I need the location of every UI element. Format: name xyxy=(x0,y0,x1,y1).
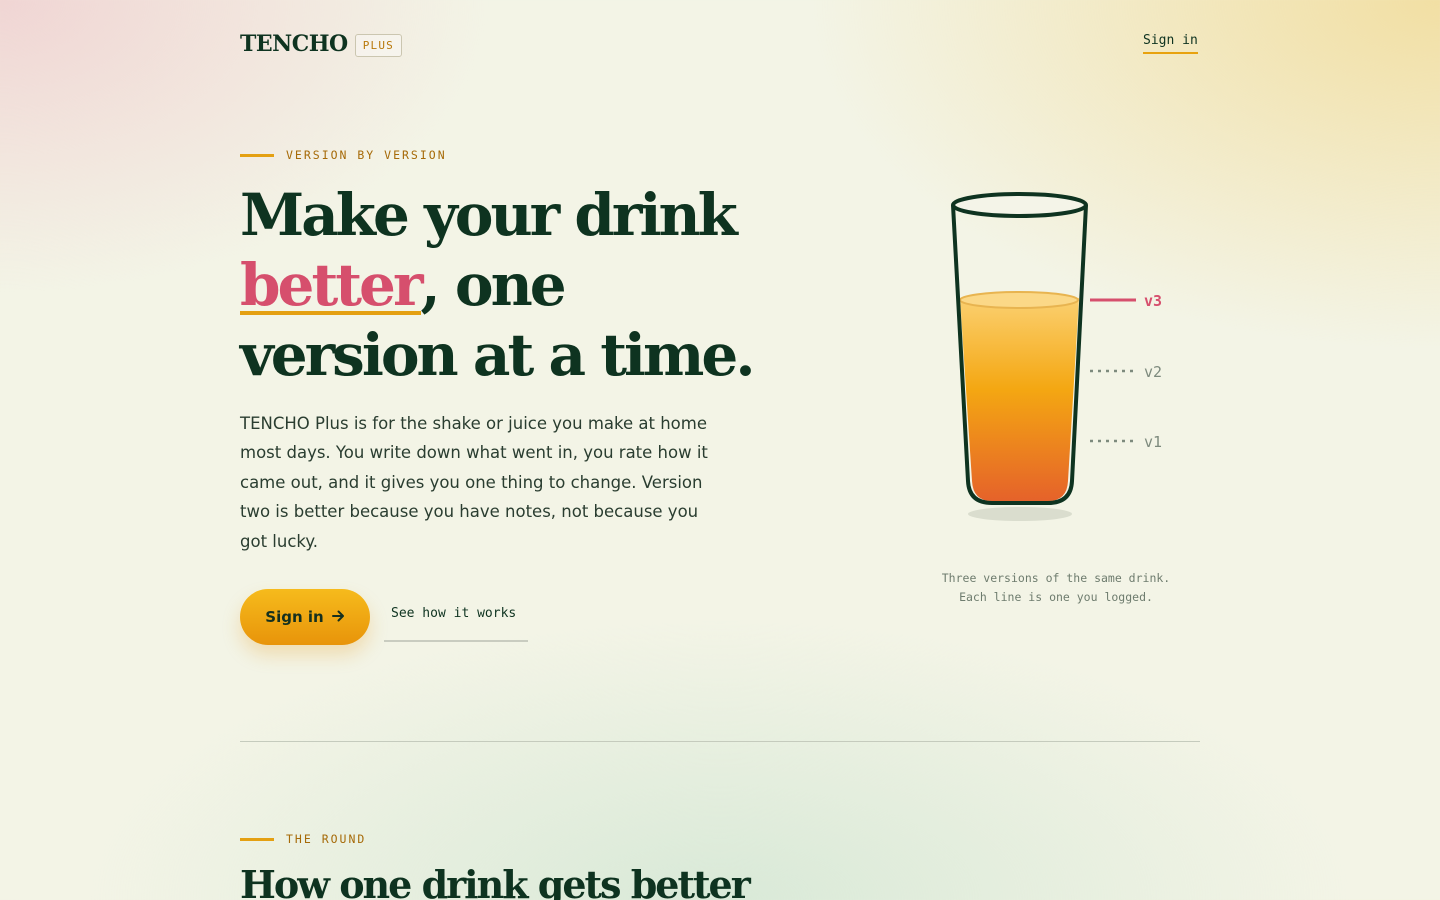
v2-label: v2 xyxy=(1144,363,1162,381)
brand-logo[interactable]: TENCHO PLUS xyxy=(240,30,403,57)
juice-surface xyxy=(959,291,1079,309)
section-title: How one drink gets better xyxy=(240,862,751,900)
hero-description: TENCHO Plus is for the shake or juice yo… xyxy=(240,414,708,551)
glass-juice xyxy=(960,298,1079,501)
section-eyebrow: THE ROUND xyxy=(240,832,366,846)
arrow-right-icon xyxy=(331,608,345,626)
hero-eyebrow-text: VERSION BY VERSION xyxy=(286,148,447,162)
brand-name: TENCHO xyxy=(240,30,348,57)
headline-line-3: version at a time. xyxy=(240,321,756,389)
landing-page: TENCHO PLUS Sign in VERSION BY VERSION M… xyxy=(0,0,1440,900)
hero-headline: Make your drink better, one version at a… xyxy=(240,180,780,390)
glass-shadow xyxy=(968,507,1072,521)
v1-label: v1 xyxy=(1144,433,1162,451)
section-eyebrow-text: THE ROUND xyxy=(286,832,367,846)
headline-highlight: better xyxy=(240,251,423,319)
v3-label: v3 xyxy=(1144,292,1162,310)
hero-signin-button[interactable]: Sign in xyxy=(240,589,370,645)
headline-line-1: Make your drink xyxy=(240,181,738,249)
headline-line-2-rest: , one xyxy=(420,251,567,319)
glass-rim xyxy=(951,192,1088,218)
section-divider xyxy=(240,741,1200,742)
hero-eyebrow: VERSION BY VERSION xyxy=(240,148,447,162)
hero-signin-label: Sign in xyxy=(265,608,324,626)
illustration-caption: Three versions of the same drink. Each l… xyxy=(941,571,1171,604)
drink-glass-illustration: v3 v2 v1 xyxy=(940,185,1180,535)
header-signin-link[interactable]: Sign in xyxy=(1143,33,1198,54)
see-how-it-works-link[interactable]: See how it works xyxy=(384,606,528,642)
eyebrow-rule xyxy=(240,153,274,157)
eyebrow-rule xyxy=(240,837,274,841)
plus-badge: PLUS xyxy=(354,34,403,57)
